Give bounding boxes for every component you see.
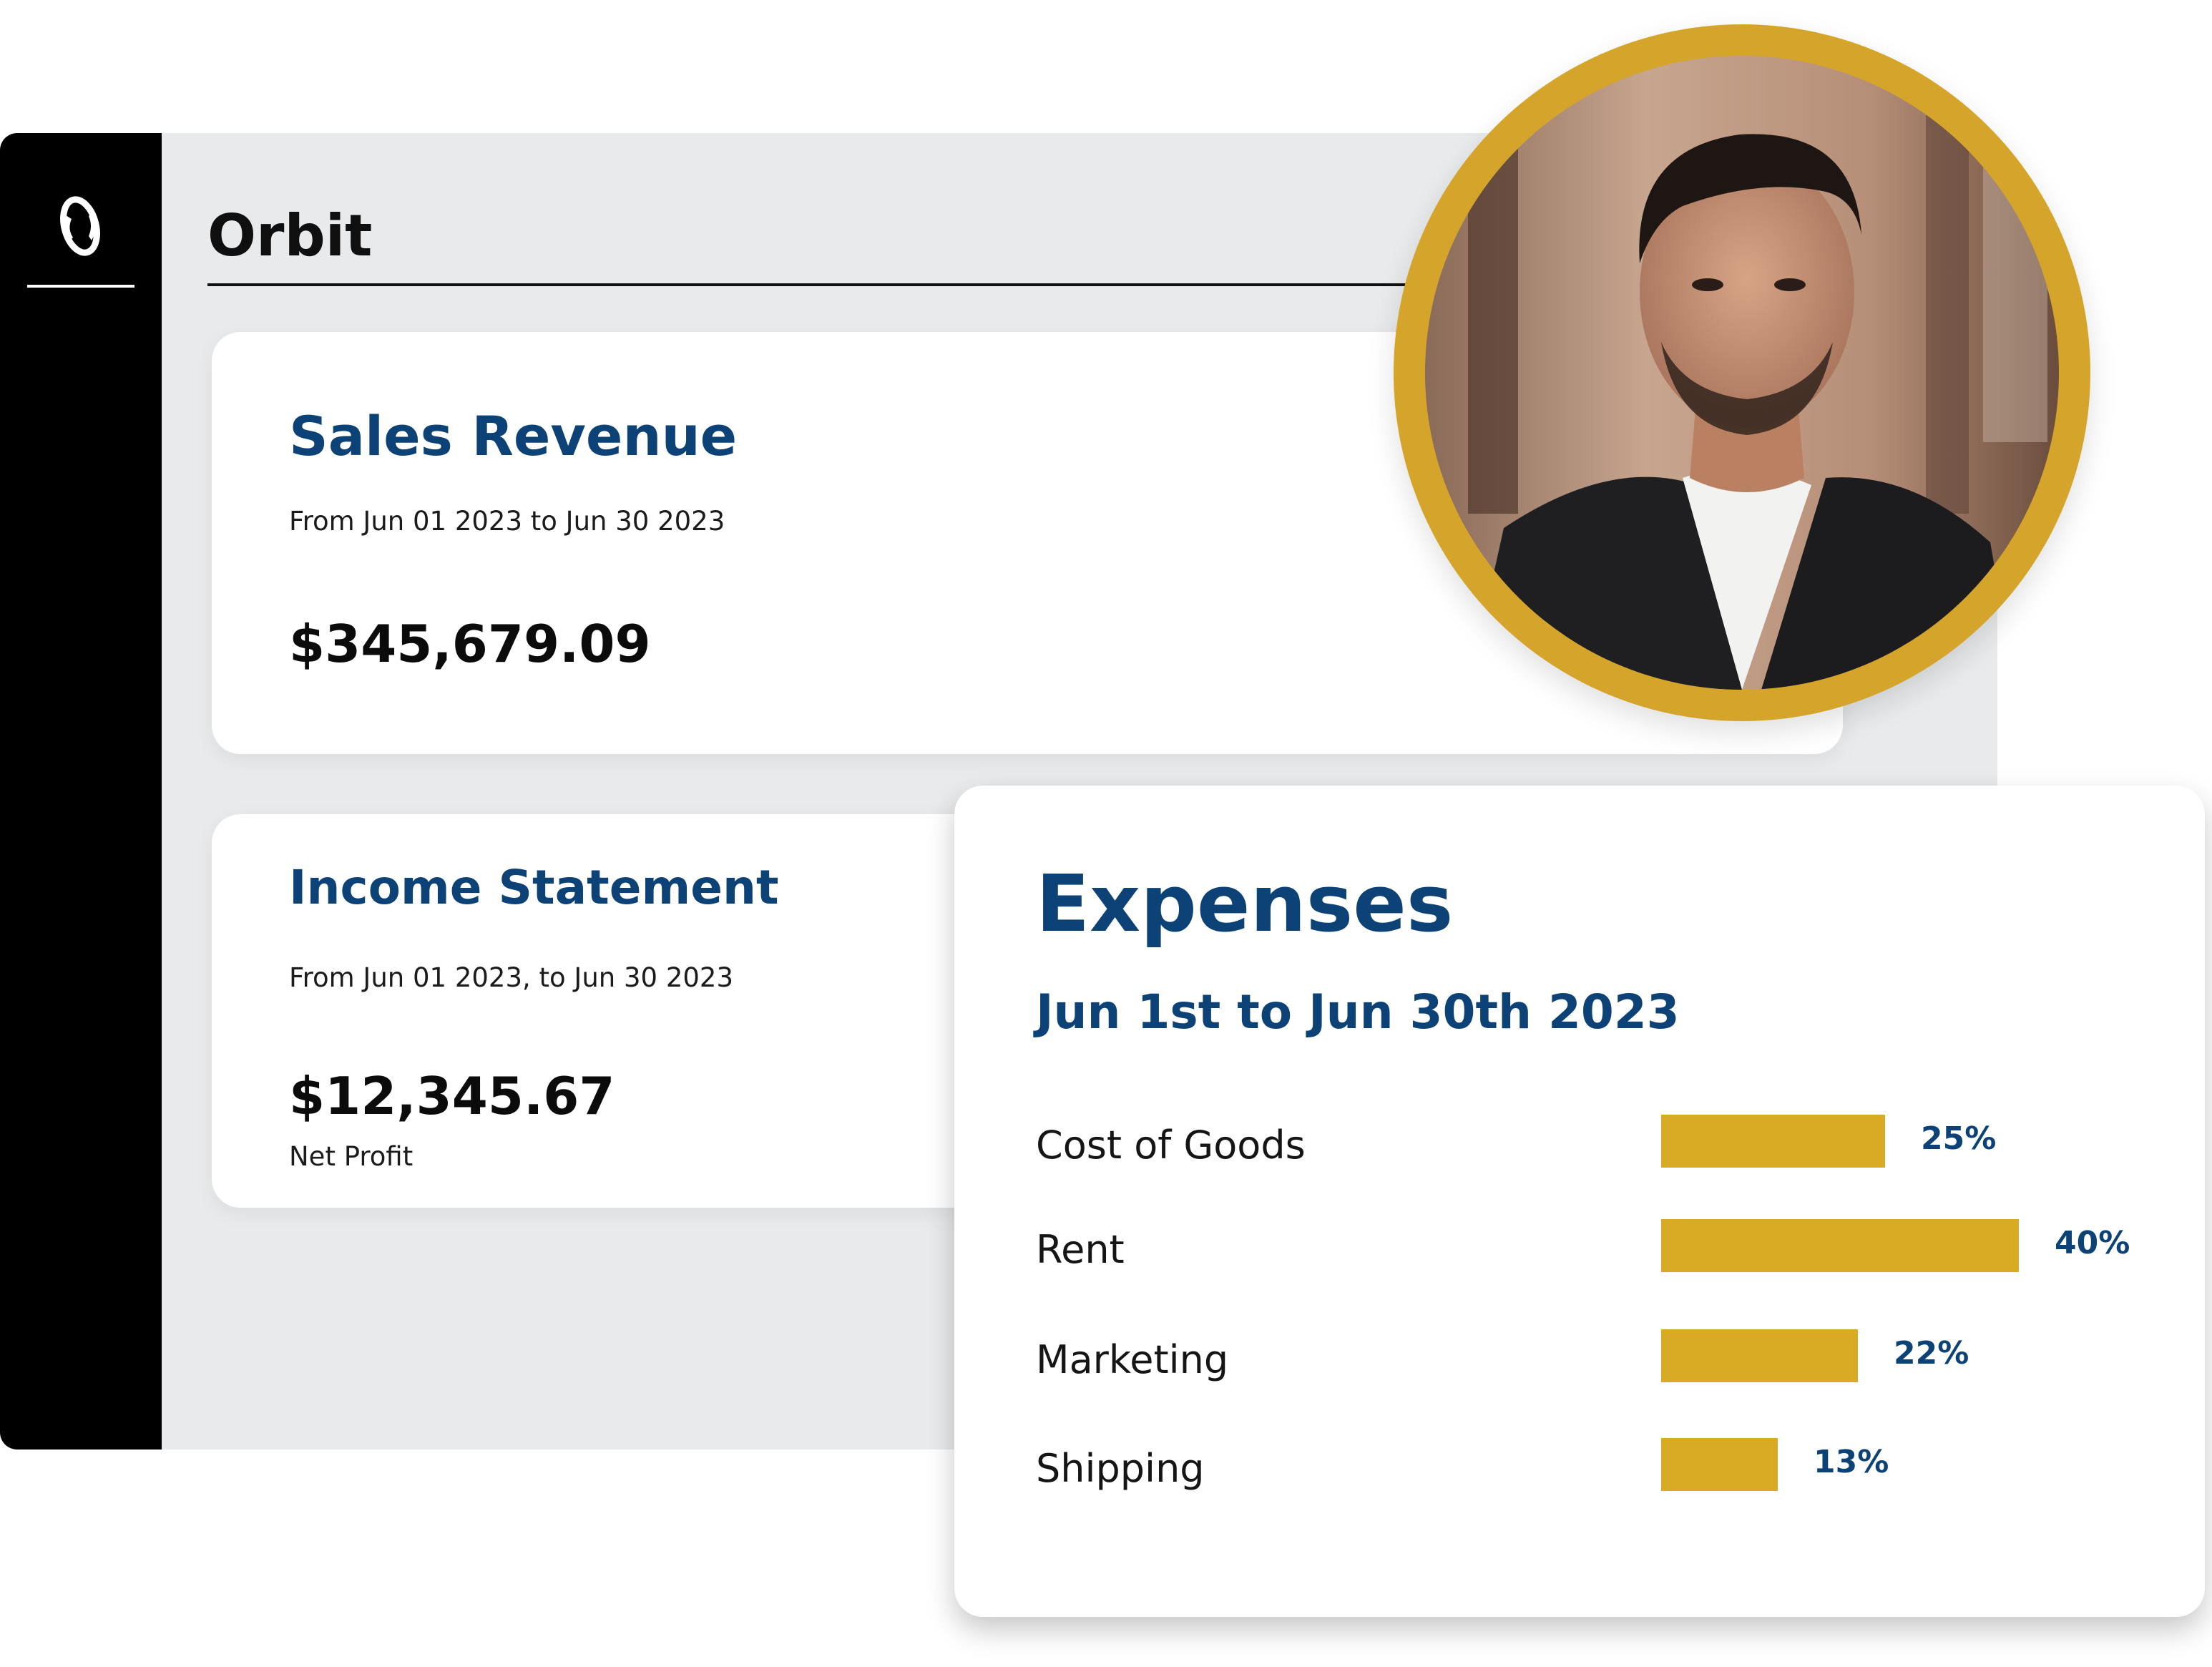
expense-percent: 22% [1894,1335,1969,1372]
expenses-title: Expenses [1036,858,1454,949]
sales-revenue-title: Sales Revenue [289,404,738,468]
expense-label: Rent [1036,1227,1125,1272]
expense-label: Shipping [1036,1446,1205,1491]
expense-row: Rent 40% [954,1219,2205,1276]
expense-label: Cost of Goods [1036,1123,1306,1168]
app-title: Orbit [207,202,373,269]
sales-revenue-range: From Jun 01 2023 to Jun 30 2023 [289,506,725,537]
income-statement-title: Income Statement [289,860,779,915]
expense-percent: 13% [1814,1444,1889,1480]
orbit-logo-icon[interactable] [52,190,109,262]
expense-row: Marketing 22% [954,1329,2205,1387]
expense-percent: 40% [2055,1225,2130,1261]
income-statement-range: From Jun 01 2023, to Jun 30 2023 [289,962,734,993]
sidebar-divider [27,285,134,288]
expenses-range: Jun 1st to Jun 30th 2023 [1036,984,1680,1040]
expenses-card[interactable]: Expenses Jun 1st to Jun 30th 2023 Cost o… [954,786,2205,1617]
person-portrait-image [1425,56,2059,690]
expense-bar [1661,1219,2019,1272]
expense-label: Marketing [1036,1337,1229,1382]
user-avatar [1394,24,2090,721]
expense-bar [1661,1115,1885,1168]
net-profit-amount: $12,345.67 [289,1066,615,1126]
expense-percent: 25% [1921,1120,1997,1157]
expense-bar [1661,1438,1778,1491]
expense-row: Cost of Goods 25% [954,1115,2205,1172]
sales-revenue-amount: $345,679.09 [289,614,651,674]
net-profit-label: Net Profit [289,1141,413,1172]
title-divider [207,283,1438,286]
sidebar [0,133,162,1450]
expense-bar [1661,1329,1858,1382]
avatar-photo [1425,56,2059,690]
expense-row: Shipping 13% [954,1438,2205,1495]
